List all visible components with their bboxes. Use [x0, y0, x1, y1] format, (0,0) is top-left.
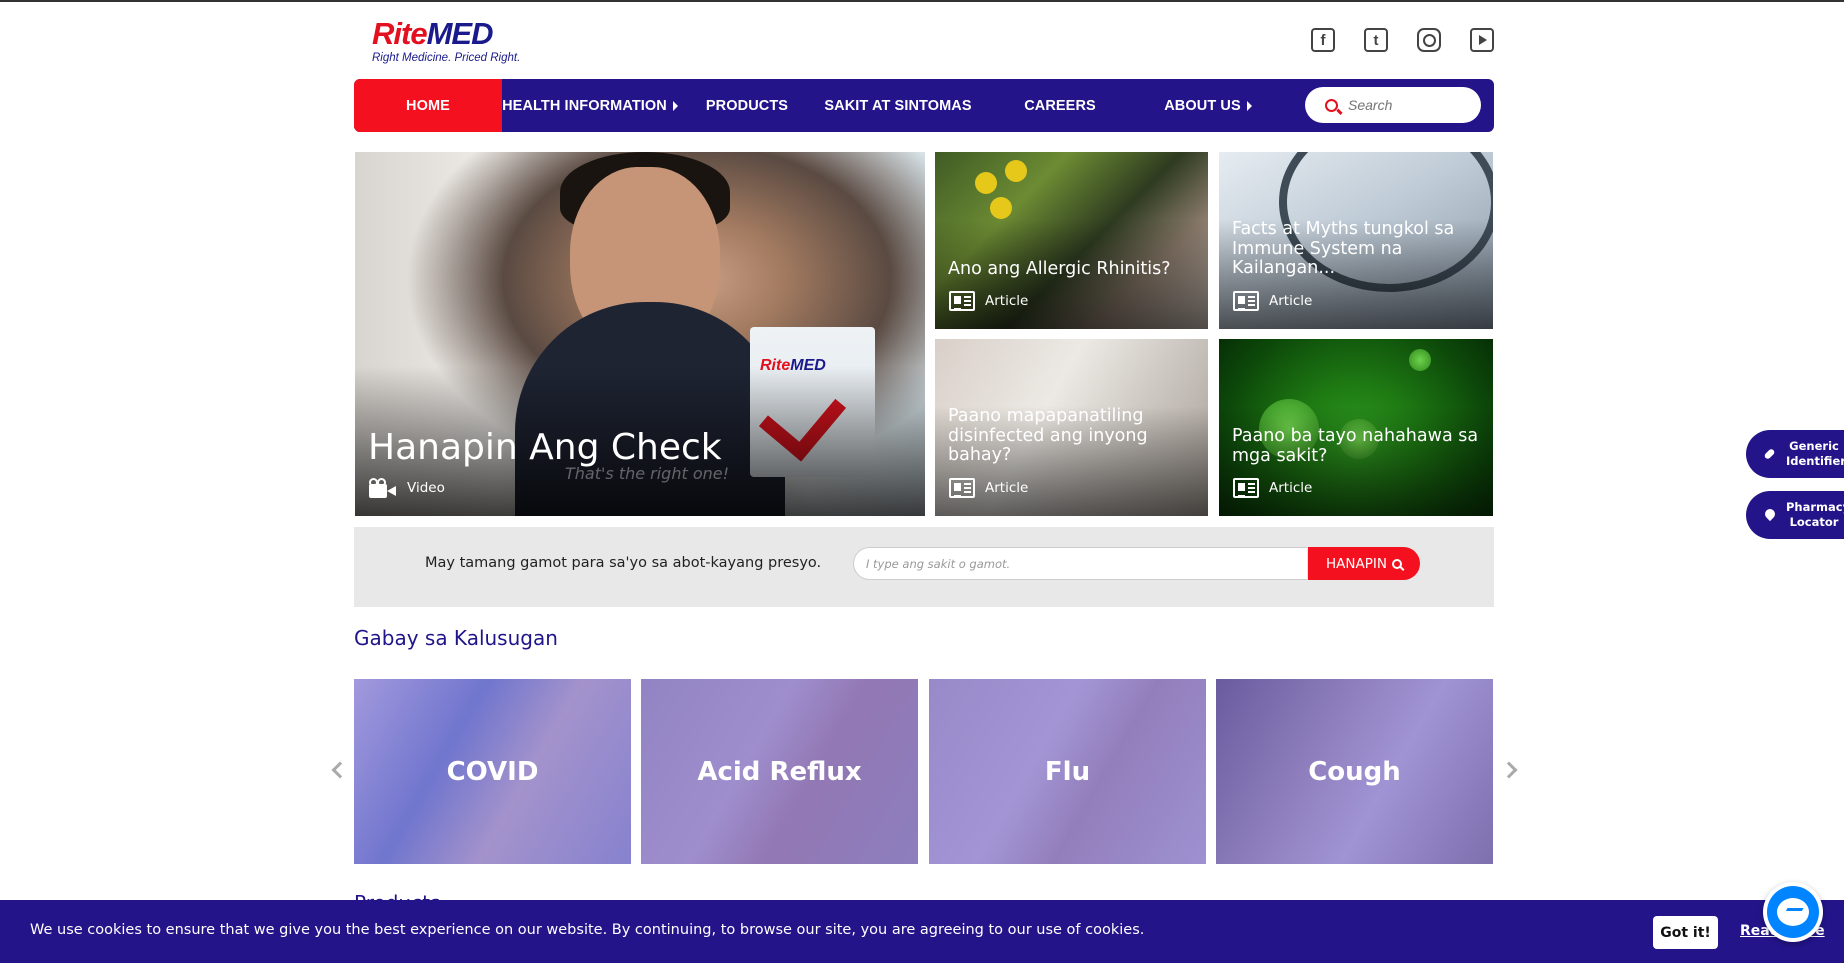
facebook-icon[interactable]: f: [1311, 28, 1335, 52]
carousel-next-arrow[interactable]: [1500, 761, 1518, 779]
article-title: Ano ang Allergic Rhinitis?: [948, 259, 1171, 279]
cookie-message: We use cookies to ensure that we give yo…: [30, 922, 1145, 938]
search-input[interactable]: [1348, 97, 1468, 113]
nav-careers[interactable]: CAREERS: [980, 79, 1140, 132]
article-tile[interactable]: Ano ang Allergic Rhinitis? Article: [935, 152, 1208, 329]
twitter-icon[interactable]: t: [1364, 28, 1388, 52]
map-pin-icon: [1764, 509, 1776, 521]
guide-card-cough[interactable]: Cough: [1216, 679, 1493, 864]
article-tile[interactable]: Paano ba tayo nahahawa sa mga sakit? Art…: [1219, 339, 1493, 516]
guide-card-flu[interactable]: Flu: [929, 679, 1206, 864]
logo-tagline: Right Medicine. Priced Right.: [372, 52, 521, 64]
article-icon: [1233, 478, 1259, 498]
article-title: Paano mapapanatiling disinfected ang iny…: [948, 406, 1148, 465]
pill-icon: [1764, 448, 1776, 460]
guide-card-covid[interactable]: COVID: [354, 679, 631, 864]
medicine-search-strip: May tamang gamot para sa'yo sa abot-kaya…: [354, 527, 1494, 607]
caret-right-icon: [1246, 100, 1252, 111]
article-icon: [949, 478, 975, 498]
hero-overlay-text: That's the right one!: [565, 464, 730, 483]
site-header: RiteMED Right Medicine. Priced Right. f …: [354, 16, 1494, 74]
article-title: Facts at Myths tungkol sa Immune System …: [1232, 219, 1455, 278]
guide-section-title: Gabay sa Kalusugan: [354, 626, 558, 650]
hero-video-tile[interactable]: RiteMED Hanapin Ang Check That's the rig…: [355, 152, 925, 516]
medicine-search-input[interactable]: I type ang sakit o gamot.: [853, 547, 1307, 580]
content-type-label: Article: [949, 291, 1028, 311]
nav-products[interactable]: PRODUCTS: [678, 79, 816, 132]
site-search[interactable]: [1305, 87, 1481, 123]
video-camera-icon: [369, 478, 397, 498]
article-icon: [1233, 291, 1259, 311]
search-icon: [1325, 98, 1338, 112]
logo-wordmark: RiteMED: [372, 16, 493, 51]
nav-home[interactable]: HOME: [354, 79, 502, 132]
article-icon: [949, 291, 975, 311]
cookie-accept-button[interactable]: Got it!: [1653, 916, 1718, 949]
content-type-label: Article: [1233, 478, 1312, 498]
article-tile[interactable]: Facts at Myths tungkol sa Immune System …: [1219, 152, 1493, 329]
nav-about-us[interactable]: ABOUT US: [1140, 79, 1276, 132]
guide-card-acid-reflux[interactable]: Acid Reflux: [641, 679, 918, 864]
article-tile[interactable]: Paano mapapanatiling disinfected ang iny…: [935, 339, 1208, 516]
nav-sakit-at-sintomas[interactable]: SAKIT AT SINTOMAS: [816, 79, 980, 132]
cookie-banner: We use cookies to ensure that we give yo…: [0, 900, 1844, 963]
nav-health-information[interactable]: HEALTH INFORMATION: [502, 79, 678, 132]
messenger-chat-button[interactable]: [1763, 882, 1823, 942]
hero-title: Hanapin Ang Check: [368, 427, 722, 468]
pharmacy-locator-button[interactable]: Pharmacy Locator: [1746, 491, 1844, 539]
article-title: Paano ba tayo nahahawa sa mga sakit?: [1232, 426, 1479, 466]
content-type-label: Article: [949, 478, 1028, 498]
instagram-icon[interactable]: [1417, 28, 1441, 52]
generic-identifier-button[interactable]: Generic Identifier: [1746, 430, 1844, 478]
carousel-prev-arrow[interactable]: [331, 761, 349, 779]
search-slogan: May tamang gamot para sa'yo sa abot-kaya…: [425, 555, 822, 571]
search-icon: [1391, 558, 1402, 569]
content-type-label: Article: [1233, 291, 1312, 311]
main-nav: HOME HEALTH INFORMATION PRODUCTS SAKIT A…: [354, 79, 1494, 132]
youtube-icon[interactable]: [1470, 28, 1494, 52]
social-links: f t: [1311, 28, 1494, 52]
ritemed-logo[interactable]: RiteMED Right Medicine. Priced Right.: [372, 18, 532, 72]
hanapin-button[interactable]: HANAPIN: [1308, 547, 1420, 580]
content-type-label: Video: [369, 478, 445, 498]
messenger-icon: [1777, 898, 1809, 926]
